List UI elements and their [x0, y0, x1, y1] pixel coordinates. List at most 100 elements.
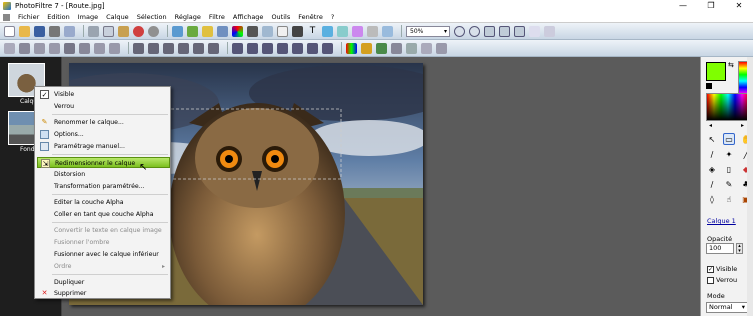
menu-item-lock[interactable]: Verrou [37, 101, 170, 112]
grid-icon[interactable] [529, 25, 540, 37]
cut-icon[interactable] [88, 25, 99, 37]
mask-icon[interactable] [391, 42, 402, 54]
spectrum-next-icon[interactable]: ▸ [741, 122, 744, 129]
blur-icon[interactable] [133, 42, 144, 54]
menu-item-rename[interactable]: ✎ Renommer le calque... [37, 117, 170, 128]
foreground-color[interactable] [706, 62, 726, 81]
menu-affichage[interactable]: Affichage [229, 13, 268, 21]
magic-wand-icon[interactable]: ✦ [723, 148, 735, 160]
transform-icon[interactable] [262, 25, 273, 37]
minimize-button[interactable]: — [669, 0, 697, 12]
selection-icon[interactable] [436, 42, 447, 54]
menu-filtre[interactable]: Filtre [205, 13, 229, 21]
fill-bucket-icon[interactable]: ◈ [706, 163, 718, 175]
spectrum-prev-icon[interactable]: ◂ [709, 122, 712, 129]
swap-colors-icon[interactable]: ⇆ [728, 61, 734, 69]
texture-icon[interactable] [406, 42, 417, 54]
layer-name-link[interactable]: Calque 1 [707, 217, 736, 225]
smooth-icon[interactable] [163, 42, 174, 54]
menu-item-paste-alpha[interactable]: Coller en tant que couche Alpha [37, 209, 170, 220]
filter-icon[interactable] [337, 25, 348, 37]
menu-item-delete[interactable]: ✕ Supprimer [37, 288, 170, 299]
paste-icon[interactable] [118, 25, 129, 37]
menu-reglage[interactable]: Réglage [171, 13, 205, 21]
fit-window-icon[interactable] [484, 25, 495, 37]
gamma-icon[interactable] [94, 42, 105, 54]
background-color[interactable] [706, 83, 712, 89]
sharpen-icon[interactable] [148, 42, 159, 54]
layer-icon[interactable] [217, 25, 228, 37]
flip-v-icon[interactable] [247, 42, 258, 54]
actual-size-icon[interactable] [499, 25, 510, 37]
menu-item-duplicate[interactable]: Dupliquer [37, 277, 170, 288]
advanced-brush-icon[interactable]: ✎ [723, 178, 735, 190]
menu-image[interactable]: Image [74, 13, 102, 21]
menu-item-convert-text[interactable]: Convertir le texte en calque image [37, 225, 170, 236]
menu-item-manual-settings[interactable]: Paramétrage manuel... [37, 141, 170, 152]
opacity-input[interactable]: 100 [706, 243, 734, 254]
crop-select-icon[interactable] [292, 42, 303, 54]
spray-icon[interactable]: ▯ [723, 163, 735, 175]
visible-checkbox[interactable]: ✓ Visible [707, 265, 737, 273]
contrast-plus-icon[interactable] [64, 42, 75, 54]
text-icon[interactable]: T [307, 26, 318, 37]
menu-item-parametric-transform[interactable]: Transformation paramétrée... [37, 181, 170, 192]
layer-up-icon[interactable] [307, 42, 318, 54]
frame-icon[interactable] [421, 42, 432, 54]
canvas-size-icon[interactable] [187, 25, 198, 37]
save-icon[interactable] [34, 25, 45, 37]
image-size-icon[interactable] [172, 25, 183, 37]
grayscale-icon[interactable] [247, 25, 258, 37]
open-folder-icon[interactable] [19, 25, 30, 37]
fullscreen-icon[interactable] [514, 25, 525, 37]
zoom-out-icon[interactable] [469, 25, 480, 37]
menu-edition[interactable]: Edition [43, 13, 74, 21]
brightness-icon[interactable] [277, 25, 288, 37]
menu-item-merge-down[interactable]: Fusionner avec le calque inférieur [37, 249, 170, 260]
eyedropper-icon[interactable]: ∕ [706, 148, 718, 160]
selection-tool-icon[interactable]: ▭ [723, 133, 735, 145]
redo-icon[interactable] [148, 25, 159, 37]
adjust-icon[interactable] [202, 25, 213, 37]
undo-icon[interactable] [133, 25, 144, 37]
window-icon[interactable] [544, 25, 555, 37]
fill-icon[interactable] [361, 42, 372, 54]
brightness-minus-icon[interactable] [49, 42, 60, 54]
contrast-icon[interactable] [292, 25, 303, 37]
effect-icon[interactable] [352, 25, 363, 37]
menu-selection[interactable]: Sélection [133, 13, 171, 21]
emboss-icon[interactable] [178, 42, 189, 54]
flip-h-icon[interactable] [232, 42, 243, 54]
rgb-icon[interactable] [232, 25, 243, 37]
maximize-button[interactable]: ❐ [697, 0, 725, 12]
auto-level-icon[interactable] [4, 42, 15, 54]
scan-icon[interactable] [64, 25, 75, 37]
rotate-right-icon[interactable] [277, 42, 288, 54]
gradient-icon[interactable] [346, 42, 357, 54]
new-file-icon[interactable] [4, 25, 15, 37]
print-icon[interactable] [49, 25, 60, 37]
zoom-in-icon[interactable] [454, 25, 465, 37]
edges-icon[interactable] [193, 42, 204, 54]
crop-icon[interactable] [382, 25, 393, 37]
menu-item-visible[interactable]: ✓ Visible [37, 89, 170, 100]
lock-checkbox[interactable]: Verrou [707, 276, 737, 284]
close-button[interactable]: ✕ [725, 0, 753, 12]
smudge-icon[interactable]: ☝ [723, 193, 735, 205]
menu-item-merge-shadow[interactable]: Fusionner l'ombre [37, 237, 170, 248]
menu-calque[interactable]: Calque [102, 13, 133, 21]
menu-item-options[interactable]: Options... [37, 129, 170, 140]
menu-help[interactable]: ? [327, 13, 338, 21]
gamma-minus-icon[interactable] [109, 42, 120, 54]
flask-icon[interactable] [322, 25, 333, 37]
auto-contrast-icon[interactable] [19, 42, 30, 54]
menu-item-resize-layer[interactable]: ⇲ Redimensionner le calque [37, 157, 170, 168]
noise-icon[interactable] [208, 42, 219, 54]
menu-item-order[interactable]: Ordre ▸ [37, 261, 170, 272]
blend-mode-select[interactable]: Normal [706, 302, 748, 313]
color-spectrum[interactable] [706, 93, 750, 121]
brightness-plus-icon[interactable] [34, 42, 45, 54]
menu-item-edit-alpha[interactable]: Editer la couche Alpha [37, 197, 170, 208]
saturation-icon[interactable] [79, 42, 90, 54]
document-icon[interactable] [3, 13, 10, 21]
